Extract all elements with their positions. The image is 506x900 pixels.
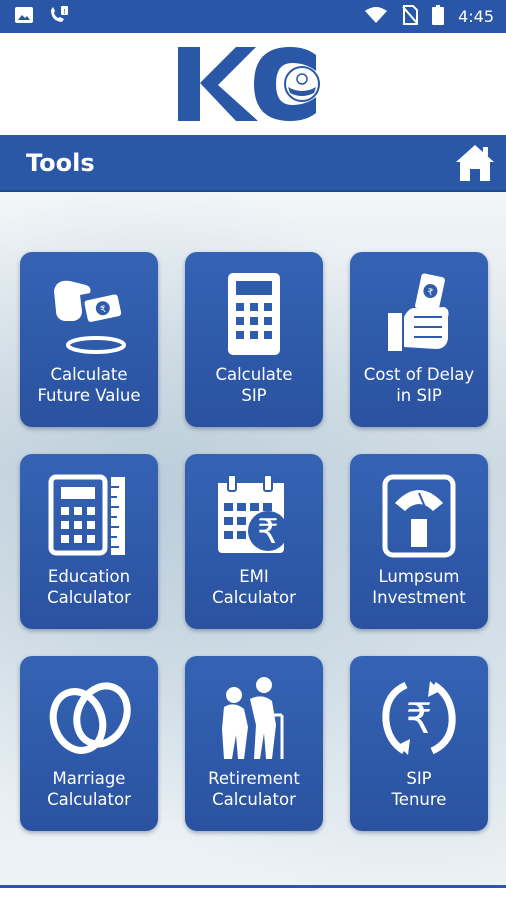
battery-icon: [432, 4, 445, 29]
tile-label: Calculate SIP: [215, 365, 293, 405]
tile-cost-of-delay-in-sip[interactable]: ₹ Cost of Delay in SIP: [350, 252, 488, 427]
tools-grid: ₹ Calculate Future Value Calculate SIP ₹: [20, 252, 488, 831]
home-icon: [456, 144, 494, 181]
tile-education-calculator[interactable]: Education Calculator: [20, 454, 158, 629]
weighing-scale-icon: [374, 472, 464, 560]
status-bar: ! 4:45: [0, 0, 506, 33]
tile-label: Lumpsum Investment: [372, 567, 466, 607]
tile-calculate-future-value[interactable]: ₹ Calculate Future Value: [20, 252, 158, 427]
image-icon: [14, 6, 34, 28]
tile-lumpsum-investment[interactable]: Lumpsum Investment: [350, 454, 488, 629]
wifi-icon: [364, 6, 388, 28]
elderly-couple-icon: [209, 674, 299, 762]
toolbar: Tools: [0, 135, 506, 192]
tile-calculate-sip[interactable]: Calculate SIP: [185, 252, 323, 427]
calculator-ruler-icon: [44, 472, 134, 560]
page-title: Tools: [26, 148, 95, 177]
rings-icon: [44, 674, 134, 762]
rupee-cycle-icon: ₹: [374, 674, 464, 762]
tile-label: SIP Tenure: [391, 769, 447, 809]
svg-text:!: !: [63, 8, 66, 16]
tile-label: Retirement Calculator: [208, 769, 300, 809]
calendar-rupee-icon: ₹: [209, 472, 299, 560]
home-button[interactable]: [454, 142, 496, 184]
svg-text:KC: KC: [178, 43, 180, 44]
bottom-divider: [0, 885, 506, 900]
hand-money-icon: ₹: [374, 270, 464, 358]
tile-sip-tenure[interactable]: ₹ SIP Tenure: [350, 656, 488, 831]
clock: 4:45: [458, 7, 494, 26]
svg-text:₹: ₹: [257, 512, 279, 552]
logo-header: KC: [0, 33, 506, 135]
phone-icon: !: [48, 5, 70, 29]
svg-text:₹: ₹: [406, 694, 433, 743]
tile-label: Education Calculator: [47, 567, 131, 607]
tile-marriage-calculator[interactable]: Marriage Calculator: [20, 656, 158, 831]
hand-coin-icon: ₹: [44, 270, 134, 358]
company-logo: KC: [178, 43, 320, 121]
tile-retirement-calculator[interactable]: Retirement Calculator: [185, 656, 323, 831]
calculator-icon: [209, 270, 299, 358]
tile-label: EMI Calculator: [212, 567, 296, 607]
tile-label: Cost of Delay in SIP: [363, 365, 475, 405]
no-sim-icon: [402, 4, 419, 29]
tile-emi-calculator[interactable]: ₹ EMI Calculator: [185, 454, 323, 629]
tile-label: Calculate Future Value: [37, 365, 141, 405]
tile-label: Marriage Calculator: [47, 769, 131, 809]
